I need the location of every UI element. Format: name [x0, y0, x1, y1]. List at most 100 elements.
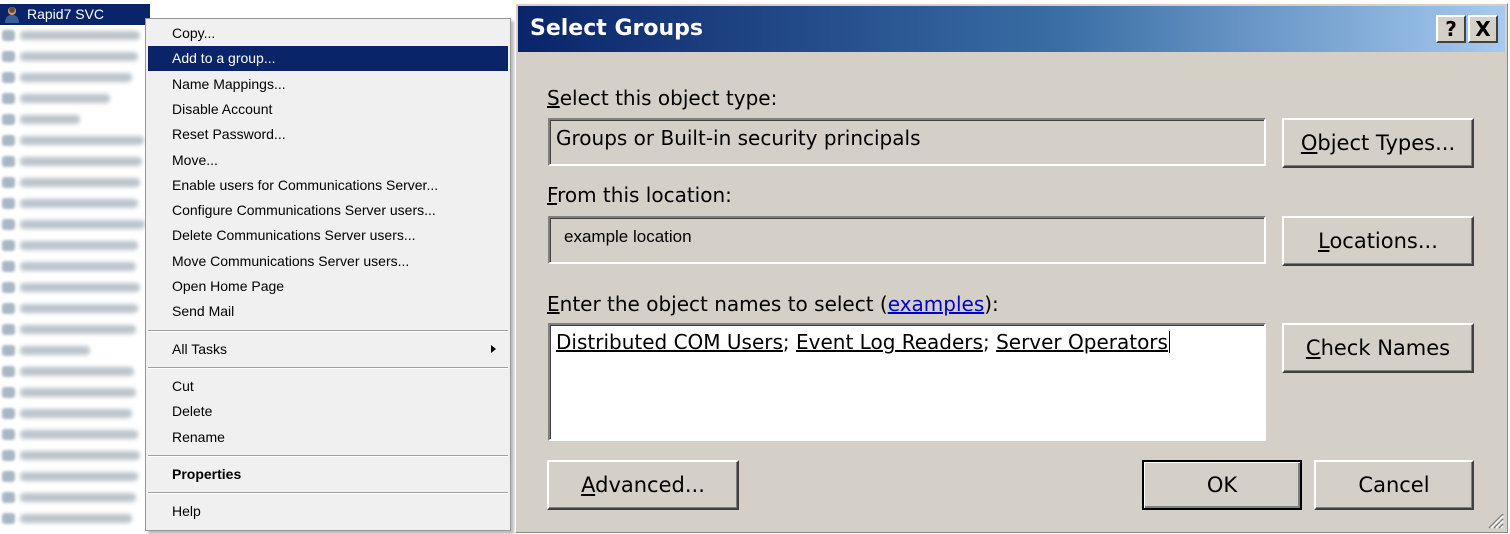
redacted-text: [20, 451, 140, 460]
user-icon: [2, 492, 15, 503]
user-row-redacted[interactable]: [0, 384, 145, 400]
menu-item-help[interactable]: Help: [148, 499, 508, 524]
user-icon: [2, 156, 15, 167]
redacted-text: [20, 325, 136, 334]
redacted-text: [20, 430, 138, 439]
menu-item-copy[interactable]: Copy...: [148, 21, 508, 46]
user-list: Rapid7 SVC User: [0, 0, 367, 534]
cancel-button[interactable]: Cancel: [1314, 460, 1474, 510]
user-icon: [5, 7, 19, 23]
redacted-text: [20, 241, 138, 250]
dialog-title: Select Groups: [530, 16, 703, 41]
advanced-button[interactable]: Advanced...: [547, 460, 739, 510]
user-icon: [2, 345, 15, 356]
menu-item-all-tasks[interactable]: All Tasks: [148, 337, 508, 362]
locations-button[interactable]: Locations...: [1282, 216, 1474, 266]
menu-item-disable-account[interactable]: Disable Account: [148, 97, 508, 122]
user-icon: [2, 114, 15, 125]
selected-user-name: Rapid7 SVC: [27, 6, 105, 22]
help-button[interactable]: ?: [1436, 15, 1466, 43]
redacted-text: [20, 304, 138, 313]
user-row-redacted[interactable]: [0, 216, 145, 232]
user-row-redacted[interactable]: [0, 510, 145, 526]
user-row-redacted[interactable]: [0, 27, 145, 43]
user-row-redacted[interactable]: [0, 342, 145, 358]
resize-grip-icon[interactable]: [1484, 509, 1504, 529]
user-row-redacted[interactable]: [0, 321, 145, 337]
object-name-token[interactable]: Server Operators: [996, 330, 1168, 354]
ok-button[interactable]: OK: [1142, 460, 1302, 510]
user-row-redacted[interactable]: [0, 69, 145, 85]
menu-item-move-communications-server-users[interactable]: Move Communications Server users...: [148, 249, 508, 274]
menu-item-delete[interactable]: Delete: [148, 399, 508, 424]
user-row-redacted[interactable]: [0, 447, 145, 463]
object-type-field: Groups or Built-in security principals: [548, 118, 1266, 166]
user-row-redacted[interactable]: [0, 132, 145, 148]
menu-item-move[interactable]: Move...: [148, 148, 508, 173]
user-icon: [2, 93, 15, 104]
menu-item-properties[interactable]: Properties: [148, 462, 508, 487]
redacted-text: [20, 514, 132, 523]
user-icon: [2, 366, 15, 377]
redacted-text: [20, 73, 132, 82]
redacted-text: [20, 346, 90, 355]
user-icon: [2, 219, 15, 230]
user-row-redacted[interactable]: [0, 48, 145, 64]
menu-separator: [148, 366, 508, 369]
user-icon: [2, 387, 15, 398]
redacted-text: [20, 31, 140, 40]
object-types-button[interactable]: Object Types...: [1282, 118, 1474, 168]
object-names-label: Enter the object names to select (exampl…: [547, 292, 999, 316]
user-row-redacted[interactable]: [0, 174, 145, 190]
menu-item-configure-communications-server-users[interactable]: Configure Communications Server users...: [148, 198, 508, 223]
text-caret: [1168, 331, 1170, 353]
examples-link[interactable]: examples: [888, 292, 985, 316]
user-icon: [2, 408, 15, 419]
menu-item-reset-password[interactable]: Reset Password...: [148, 122, 508, 147]
menu-item-send-mail[interactable]: Send Mail: [148, 299, 508, 324]
context-menu: Copy... Add to a group... Name Mappings...…: [145, 18, 511, 531]
user-row-redacted[interactable]: [0, 426, 145, 442]
user-icon: [2, 72, 15, 83]
user-row-redacted[interactable]: [0, 237, 145, 253]
user-icon: [2, 303, 15, 314]
user-row-redacted[interactable]: [0, 258, 145, 274]
dialog-title-bar[interactable]: Select Groups ? X: [518, 6, 1505, 52]
user-icon: [2, 177, 15, 188]
menu-item-cut[interactable]: Cut: [148, 374, 508, 399]
user-icon: [2, 30, 15, 41]
user-row-redacted[interactable]: [0, 300, 145, 316]
object-name-token[interactable]: Distributed COM Users: [556, 330, 783, 354]
menu-item-add-to-a-group[interactable]: Add to a group...: [148, 46, 508, 72]
selected-user-row[interactable]: Rapid7 SVC User: [0, 4, 367, 25]
menu-item-open-home-page[interactable]: Open Home Page: [148, 274, 508, 299]
object-type-label: Select this object type:: [547, 86, 778, 110]
user-icon: [2, 471, 15, 482]
user-icon: [2, 198, 15, 209]
user-row-redacted[interactable]: [0, 363, 145, 379]
menu-item-rename[interactable]: Rename: [148, 425, 508, 450]
redacted-text: [20, 136, 144, 145]
user-row-redacted[interactable]: [0, 90, 145, 106]
close-button[interactable]: X: [1468, 15, 1498, 43]
user-row-redacted[interactable]: [0, 405, 145, 421]
redacted-text: [20, 493, 136, 502]
menu-item-delete-communications-server-users[interactable]: Delete Communications Server users...: [148, 223, 508, 248]
menu-item-enable-users-for-communications-server[interactable]: Enable users for Communications Server..…: [148, 173, 508, 198]
user-row-redacted[interactable]: [0, 279, 145, 295]
name-separator: ;: [782, 330, 797, 354]
user-row-redacted[interactable]: [0, 153, 145, 169]
submenu-arrow-icon: [491, 344, 496, 353]
user-row-redacted[interactable]: [0, 468, 145, 484]
object-names-input[interactable]: Distributed COM Users; Event Log Readers…: [548, 323, 1266, 441]
menu-item-name-mappings[interactable]: Name Mappings...: [148, 72, 508, 97]
redacted-text: [20, 178, 140, 187]
check-names-button[interactable]: Check Names: [1282, 323, 1474, 373]
user-row-redacted[interactable]: [0, 195, 145, 211]
user-icon: [2, 282, 15, 293]
object-name-token[interactable]: Event Log Readers: [796, 330, 983, 354]
user-icon: [2, 513, 15, 524]
user-row-redacted[interactable]: [0, 111, 145, 127]
user-row-redacted[interactable]: [0, 489, 145, 505]
redacted-text: [20, 262, 136, 271]
